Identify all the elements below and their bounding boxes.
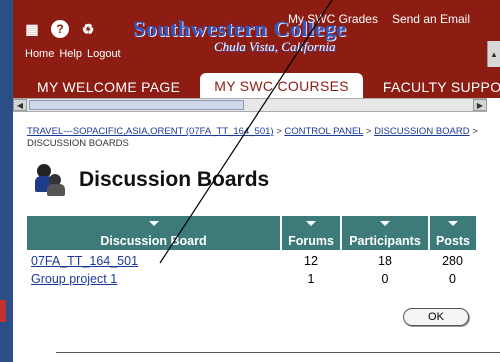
- column-header-label: Posts: [435, 234, 471, 248]
- breadcrumb-control-panel-link[interactable]: CONTROL PANEL: [284, 126, 363, 137]
- bottom-divider: [56, 352, 500, 353]
- board-link[interactable]: 07FA_TT_164_501: [31, 254, 138, 268]
- scroll-left-arrow-icon[interactable]: ◀: [13, 99, 27, 111]
- column-header-participants[interactable]: Participants: [341, 216, 430, 250]
- college-location: Chula Vista, California: [214, 39, 336, 54]
- posts-cell: 280: [442, 254, 463, 268]
- logout-icon[interactable]: ♻: [79, 20, 97, 38]
- home-link[interactable]: Home: [25, 48, 54, 60]
- left-strip-marker: [0, 300, 6, 322]
- table-row: Group project 1 1 0 0: [27, 270, 476, 288]
- board-name-cell: 07FA_TT_164_501: [27, 252, 281, 270]
- forums-cell: 1: [307, 272, 315, 286]
- breadcrumb-current: DISCUSSION BOARDS: [27, 138, 129, 149]
- tab-my-swc-courses[interactable]: MY SWC COURSES: [200, 73, 363, 98]
- breadcrumb-discussion-board-link[interactable]: DISCUSSION BOARD: [374, 126, 470, 137]
- my-swc-grades-link[interactable]: My SWC Grades: [288, 12, 378, 26]
- discussion-people-icon: [35, 164, 65, 196]
- sort-down-icon[interactable]: [306, 221, 316, 226]
- site-header: ▦ ? ♻ Home Help Logout Southwestern Coll…: [13, 0, 500, 70]
- vertical-scroll-up-button[interactable]: ▲: [487, 41, 500, 67]
- tab-faculty-support[interactable]: FACULTY SUPPO: [371, 76, 500, 98]
- forums-cell: 12: [304, 254, 318, 268]
- breadcrumb-separator: >: [469, 126, 478, 137]
- header-nav-labels: Home Help Logout: [25, 48, 121, 60]
- column-header-posts[interactable]: Posts: [429, 216, 476, 250]
- breadcrumb-separator: >: [363, 126, 375, 137]
- home-icon[interactable]: ▦: [23, 20, 41, 38]
- participants-cell: 18: [378, 254, 392, 268]
- sort-down-icon[interactable]: [380, 221, 390, 226]
- main-content: TRAVEL---SOPACIFIC,ASIA,ORENT (07FA_TT_1…: [13, 112, 487, 362]
- header-icon-group: ▦ ? ♻: [23, 20, 97, 38]
- logout-link[interactable]: Logout: [87, 48, 121, 60]
- column-header-discussion-board[interactable]: Discussion Board: [27, 216, 282, 250]
- breadcrumb-separator: >: [273, 126, 285, 137]
- top-links: My SWC Grades Send an Email: [288, 12, 470, 26]
- page-title: Discussion Boards: [79, 168, 270, 191]
- help-link[interactable]: Help: [59, 48, 82, 60]
- ok-button[interactable]: OK: [403, 308, 469, 326]
- column-header-forums[interactable]: Forums: [281, 216, 342, 250]
- scroll-right-arrow-icon[interactable]: ▶: [473, 99, 487, 111]
- send-email-link[interactable]: Send an Email: [392, 12, 470, 26]
- table-row: 07FA_TT_164_501 12 18 280: [27, 252, 476, 270]
- column-header-label: Forums: [288, 234, 334, 248]
- scroll-thumb[interactable]: [29, 100, 244, 110]
- breadcrumb-course-link[interactable]: TRAVEL---SOPACIFIC,ASIA,ORENT (07FA_TT_1…: [27, 126, 274, 137]
- tab-my-welcome-page[interactable]: MY WELCOME PAGE: [25, 76, 192, 98]
- board-link[interactable]: Group project 1: [31, 272, 117, 286]
- column-header-label: Discussion Board: [100, 234, 207, 248]
- participants-cell: 0: [381, 272, 389, 286]
- discussion-boards-table: Discussion Board Forums Participants Pos…: [27, 216, 476, 288]
- board-name-cell: Group project 1: [27, 270, 281, 288]
- column-header-label: Participants: [349, 234, 421, 248]
- page-heading: Discussion Boards: [35, 164, 269, 196]
- main-tabs: MY WELCOME PAGE MY SWC COURSES FACULTY S…: [13, 70, 500, 98]
- sort-down-icon[interactable]: [148, 221, 159, 226]
- help-icon[interactable]: ?: [51, 20, 69, 38]
- posts-cell: 0: [449, 272, 456, 286]
- horizontal-scrollbar[interactable]: ◀ ▶: [13, 98, 487, 112]
- left-strip: [0, 0, 13, 362]
- breadcrumb: TRAVEL---SOPACIFIC,ASIA,ORENT (07FA_TT_1…: [27, 126, 482, 150]
- sort-down-icon[interactable]: [448, 221, 458, 226]
